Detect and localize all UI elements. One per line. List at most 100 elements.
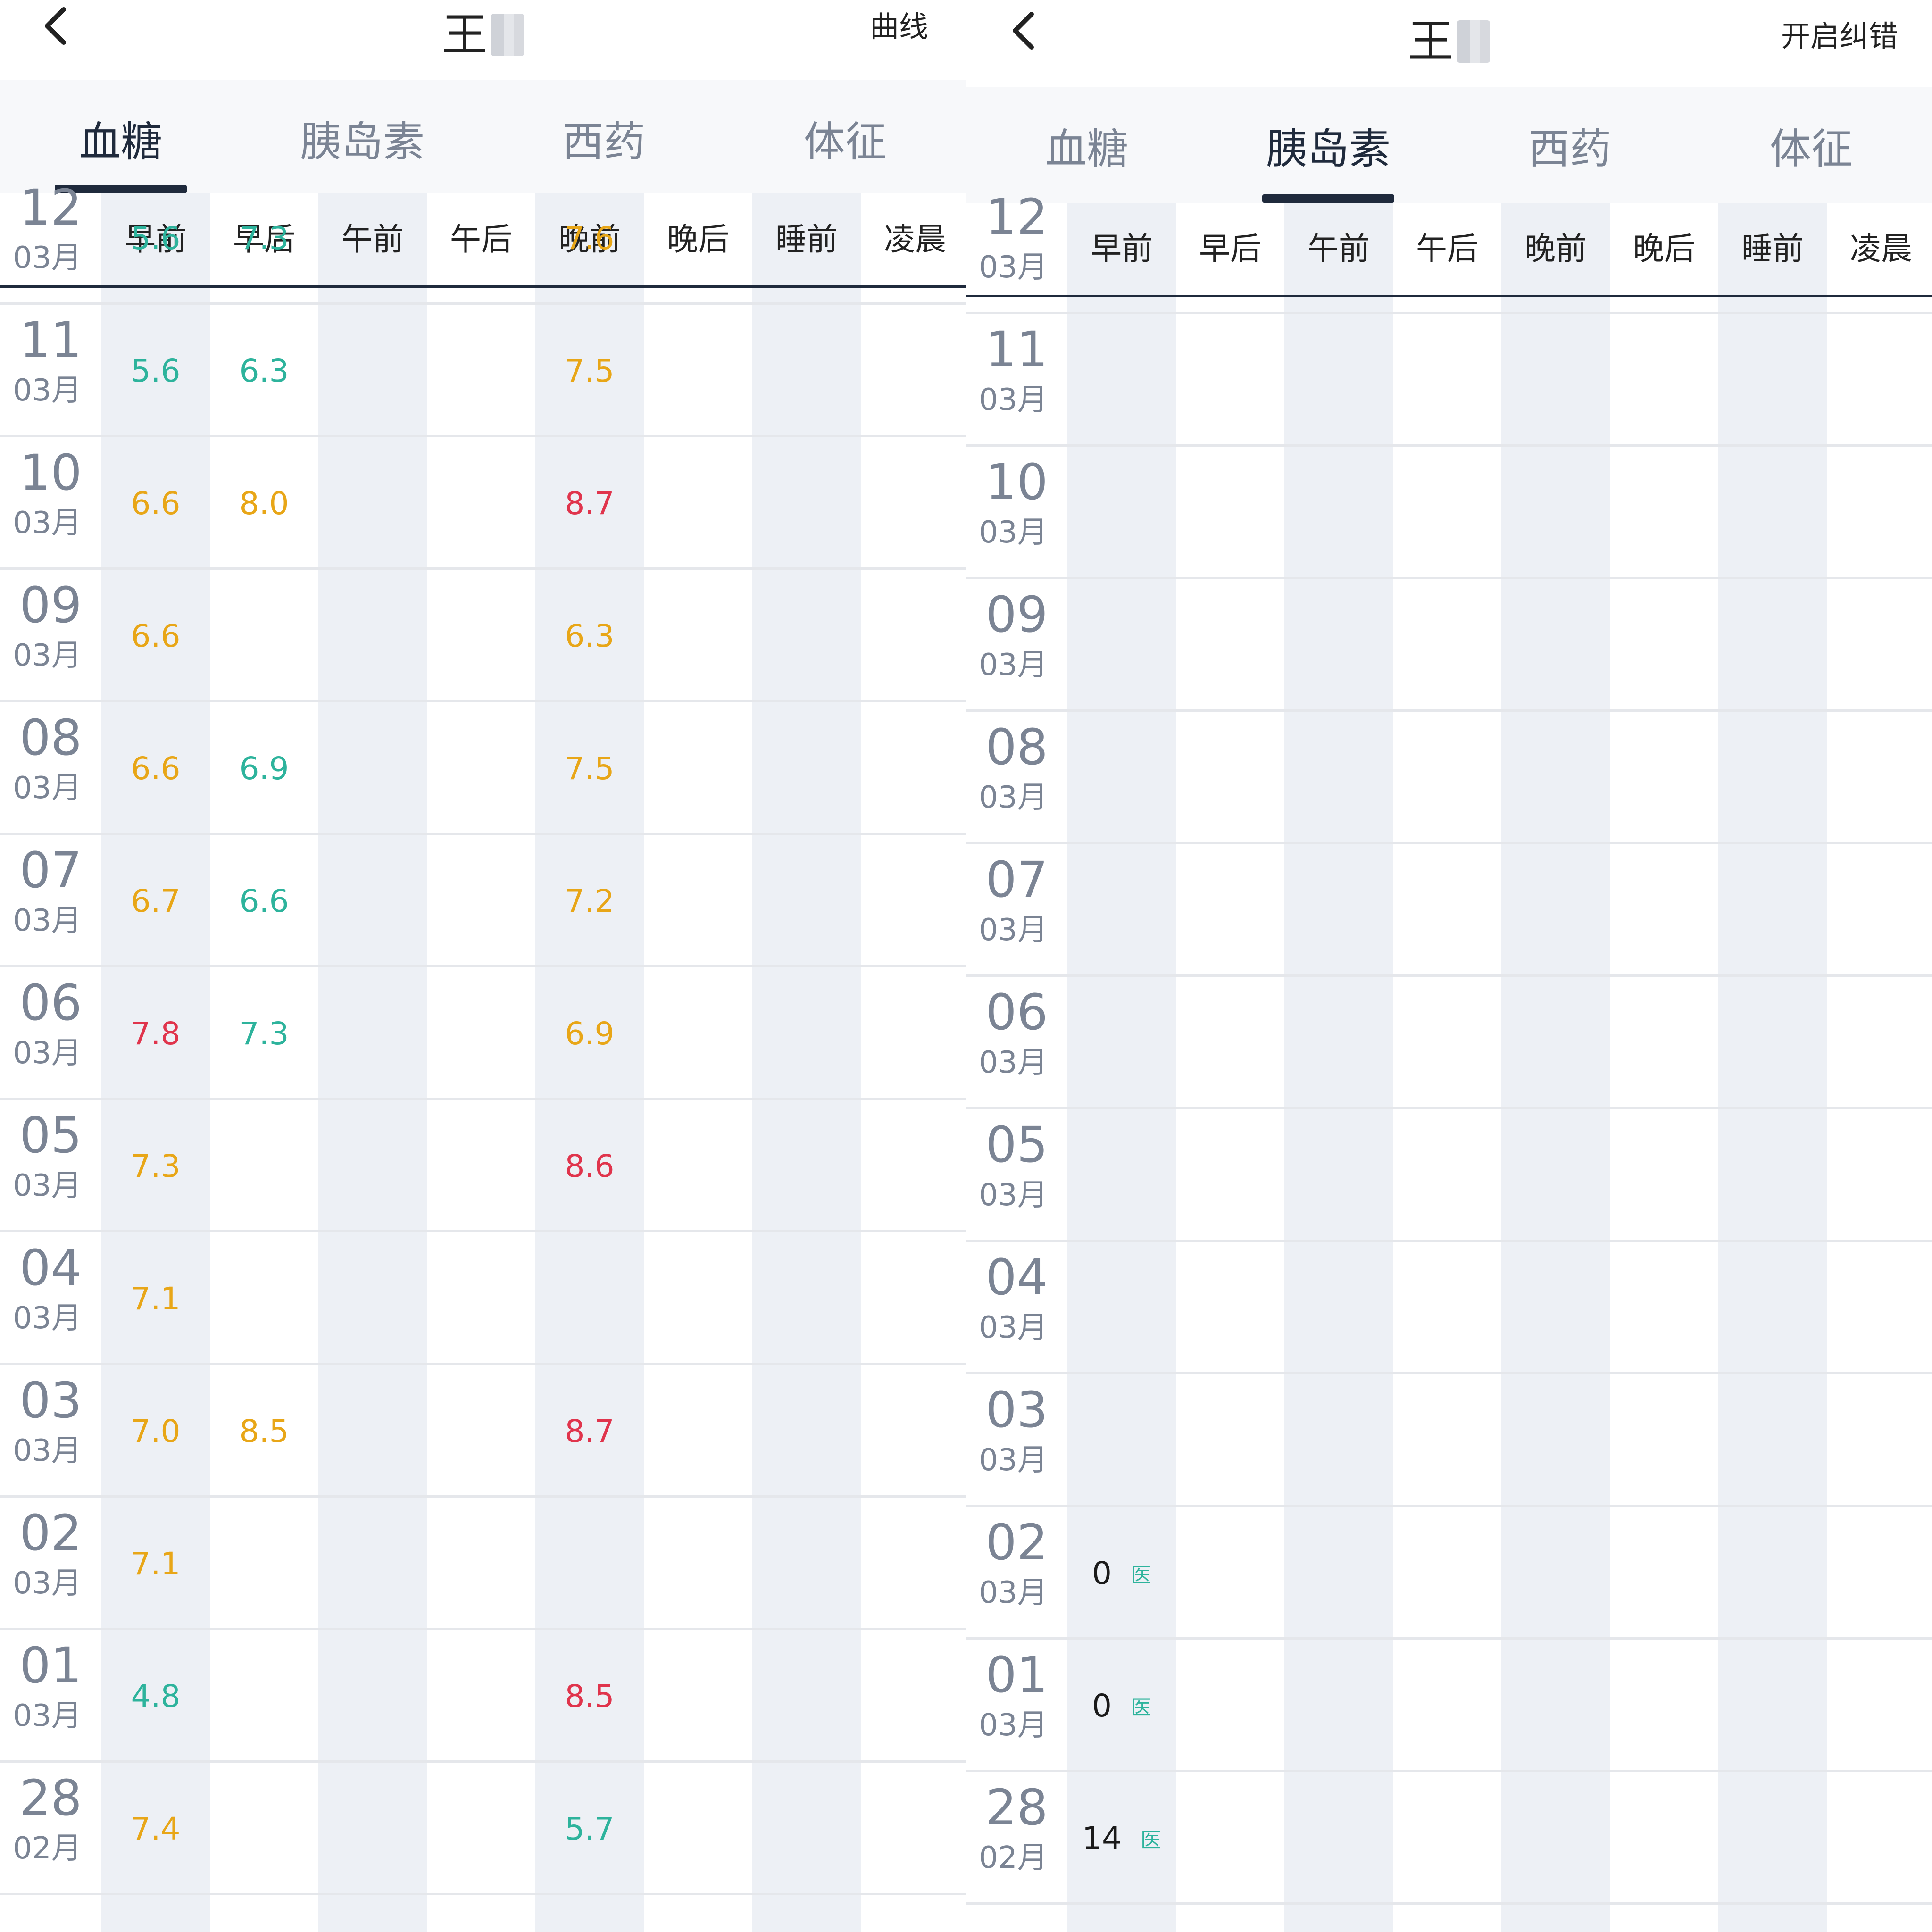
glucose-value[interactable]: 6.3: [210, 305, 318, 437]
glucose-value[interactable]: 7.3: [210, 172, 318, 305]
date-month: 03月: [979, 1178, 1048, 1213]
glucose-value[interactable]: 7.1: [101, 1232, 210, 1365]
curve-button[interactable]: 曲线: [870, 3, 928, 45]
date-day: 04: [19, 1239, 82, 1297]
glucose-value[interactable]: 8.6: [535, 1100, 644, 1232]
glucose-value[interactable]: 8.7: [535, 437, 644, 570]
glucose-value[interactable]: 4.8: [101, 1630, 210, 1763]
glucose-value[interactable]: 5.7: [535, 1763, 644, 1895]
date-month: 03月: [13, 1036, 82, 1071]
date-month: 03月: [979, 250, 1048, 285]
glucose-value[interactable]: 6.6: [210, 835, 318, 967]
table-row[interactable]: 06 03月: [966, 977, 1932, 1109]
glucose-value[interactable]: 6.9: [210, 702, 318, 835]
date-month: 03月: [13, 1168, 82, 1203]
date-month: 03月: [13, 903, 82, 938]
glucose-value[interactable]: 7.8: [101, 967, 210, 1100]
date-day: 28: [19, 1769, 82, 1827]
date-day: 05: [19, 1107, 82, 1164]
table-row[interactable]: 02 03月 7.1: [0, 1498, 966, 1630]
insulin-dose-cell[interactable]: 14 医: [1067, 1772, 1176, 1905]
table-row[interactable]: 07 03月: [966, 844, 1932, 977]
glucose-value[interactable]: 8.7: [535, 1365, 644, 1498]
date-day: 12: [985, 188, 1048, 246]
doctor-badge: 医: [1140, 1828, 1161, 1852]
date-day: 08: [985, 718, 1048, 776]
date-day: 28: [985, 1779, 1048, 1836]
date-month: 03月: [979, 1045, 1048, 1080]
glucose-value[interactable]: 5.6: [101, 172, 210, 305]
table-row[interactable]: 28 02月 7.4 5.7: [0, 1763, 966, 1895]
table-row[interactable]: 10 03月 6.6 8.0 8.7: [0, 437, 966, 570]
glucose-value[interactable]: 6.6: [101, 570, 210, 702]
date-month: 03月: [13, 1301, 82, 1336]
date-day: 08: [19, 709, 82, 766]
table-row[interactable]: 04 03月: [966, 1242, 1932, 1374]
table-row[interactable]: 10 03月: [966, 447, 1932, 579]
insulin-dose: 0: [1092, 1555, 1112, 1591]
date-month: 03月: [13, 506, 82, 541]
date-day: 09: [19, 576, 82, 634]
glucose-value[interactable]: 7.3: [210, 967, 318, 1100]
date-month: 03月: [13, 241, 82, 275]
table-row[interactable]: 28 02月 14 医: [966, 1772, 1932, 1905]
insulin-dose: 14: [1082, 1820, 1122, 1857]
date-month: 03月: [13, 1699, 82, 1733]
date-day: 01: [19, 1637, 82, 1694]
name-redaction: [1457, 20, 1490, 63]
table-row[interactable]: 08 03月: [966, 712, 1932, 844]
table-row[interactable]: 06 03月 7.8 7.3 6.9: [0, 967, 966, 1100]
glucose-value[interactable]: 5.6: [101, 305, 210, 437]
insulin-dose-cell[interactable]: 0医: [1067, 1507, 1176, 1640]
glucose-value[interactable]: 8.0: [210, 437, 318, 570]
table-row[interactable]: 05 03月 7.3 8.6: [0, 1100, 966, 1232]
date-month: 03月: [979, 648, 1048, 683]
glucose-value[interactable]: 6.6: [101, 437, 210, 570]
table-row[interactable]: 11 03月: [966, 314, 1932, 447]
glucose-value[interactable]: 7.3: [101, 1100, 210, 1232]
glucose-value[interactable]: 6.7: [101, 835, 210, 967]
glucose-value[interactable]: 8.5: [535, 1630, 644, 1763]
glucose-value[interactable]: 7.4: [101, 1763, 210, 1895]
date-day: 11: [19, 311, 82, 369]
table-row[interactable]: 03 03月 7.0 8.5 8.7: [0, 1365, 966, 1498]
date-day: 03: [19, 1372, 82, 1429]
date-day: 10: [985, 453, 1048, 511]
table-row[interactable]: 07 03月 6.7 6.6 7.2: [0, 835, 966, 967]
glucose-value[interactable]: 7.6: [535, 172, 644, 305]
table-row[interactable]: 12 03月: [966, 182, 1932, 314]
table-row[interactable]: 01 03月 4.8 8.5: [0, 1630, 966, 1763]
glucose-value[interactable]: 7.2: [535, 835, 644, 967]
table-row[interactable]: 08 03月 6.6 6.9 7.5: [0, 702, 966, 835]
date-month: 03月: [979, 1708, 1048, 1743]
table-row[interactable]: 02 03月 0 医: [966, 1507, 1932, 1640]
table-row[interactable]: 09 03月 6.6 6.3: [0, 570, 966, 702]
insulin-dose-cell[interactable]: 0医: [1067, 1640, 1176, 1772]
name-redaction: [491, 14, 524, 56]
glucose-value[interactable]: 7.1: [101, 1498, 210, 1630]
glucose-value[interactable]: 8.5: [210, 1365, 318, 1498]
table-row[interactable]: 09 03月: [966, 579, 1932, 712]
patient-name: 王: [0, 0, 966, 64]
date-month: 03月: [13, 373, 82, 408]
table-row[interactable]: 11 03月 5.6 6.3 7.5: [0, 305, 966, 437]
table-row[interactable]: 03 03月: [966, 1374, 1932, 1507]
table-row[interactable]: 12 03月 5.6 7.3 7.6: [0, 172, 966, 305]
date-day: 07: [985, 851, 1048, 908]
glucose-value[interactable]: 6.6: [101, 702, 210, 835]
enable-correction-button[interactable]: 开启纠错: [1781, 12, 1898, 55]
glucose-value[interactable]: 7.0: [101, 1365, 210, 1498]
glucose-value[interactable]: 6.9: [535, 967, 644, 1100]
table-row[interactable]: 01 03月 0 医: [966, 1640, 1932, 1772]
date-month: 03月: [979, 1310, 1048, 1345]
date-day: 04: [985, 1249, 1048, 1306]
date-day: 02: [19, 1504, 82, 1562]
glucose-value[interactable]: 7.5: [535, 305, 644, 437]
date-month: 03月: [979, 780, 1048, 815]
glucose-value[interactable]: 7.5: [535, 702, 644, 835]
glucose-value[interactable]: 6.3: [535, 570, 644, 702]
table-row[interactable]: 05 03月: [966, 1109, 1932, 1242]
glucose-table: 早前 早后 午前 午后 晚前 晚后 睡前 凌晨 12 03月 5.6 7.3 7.6 11 03月 5.6 6.…: [0, 182, 966, 1932]
table-row[interactable]: 04 03月 7.1: [0, 1232, 966, 1365]
date-month: 02月: [979, 1840, 1048, 1875]
